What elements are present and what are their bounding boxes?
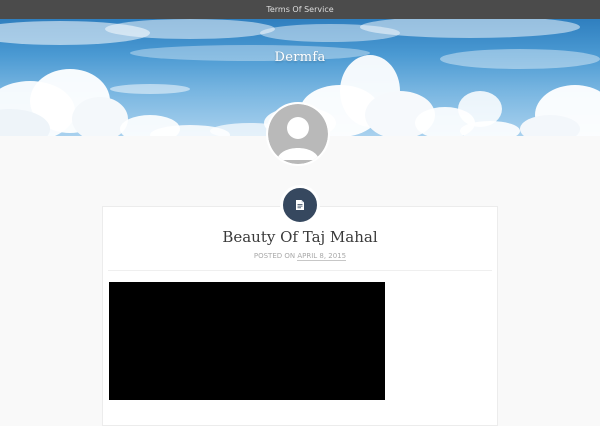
post-meta: POSTED ON APRIL 8, 2015 bbox=[102, 252, 498, 261]
posted-on-label: POSTED ON bbox=[253, 252, 296, 260]
default-user-icon bbox=[268, 104, 328, 164]
nav-link-terms-of-service[interactable]: Terms Of Service bbox=[266, 5, 333, 14]
divider bbox=[108, 270, 492, 271]
top-navigation-bar: Terms Of Service bbox=[0, 0, 600, 19]
post-format-badge[interactable] bbox=[280, 185, 320, 225]
author-avatar[interactable] bbox=[266, 102, 330, 166]
post-title[interactable]: Beauty Of Taj Mahal bbox=[102, 228, 498, 246]
site-title[interactable]: Dermfa bbox=[0, 50, 600, 65]
document-icon bbox=[296, 200, 304, 210]
post-date-link[interactable]: APRIL 8, 2015 bbox=[297, 252, 347, 261]
embedded-video[interactable] bbox=[109, 282, 385, 400]
